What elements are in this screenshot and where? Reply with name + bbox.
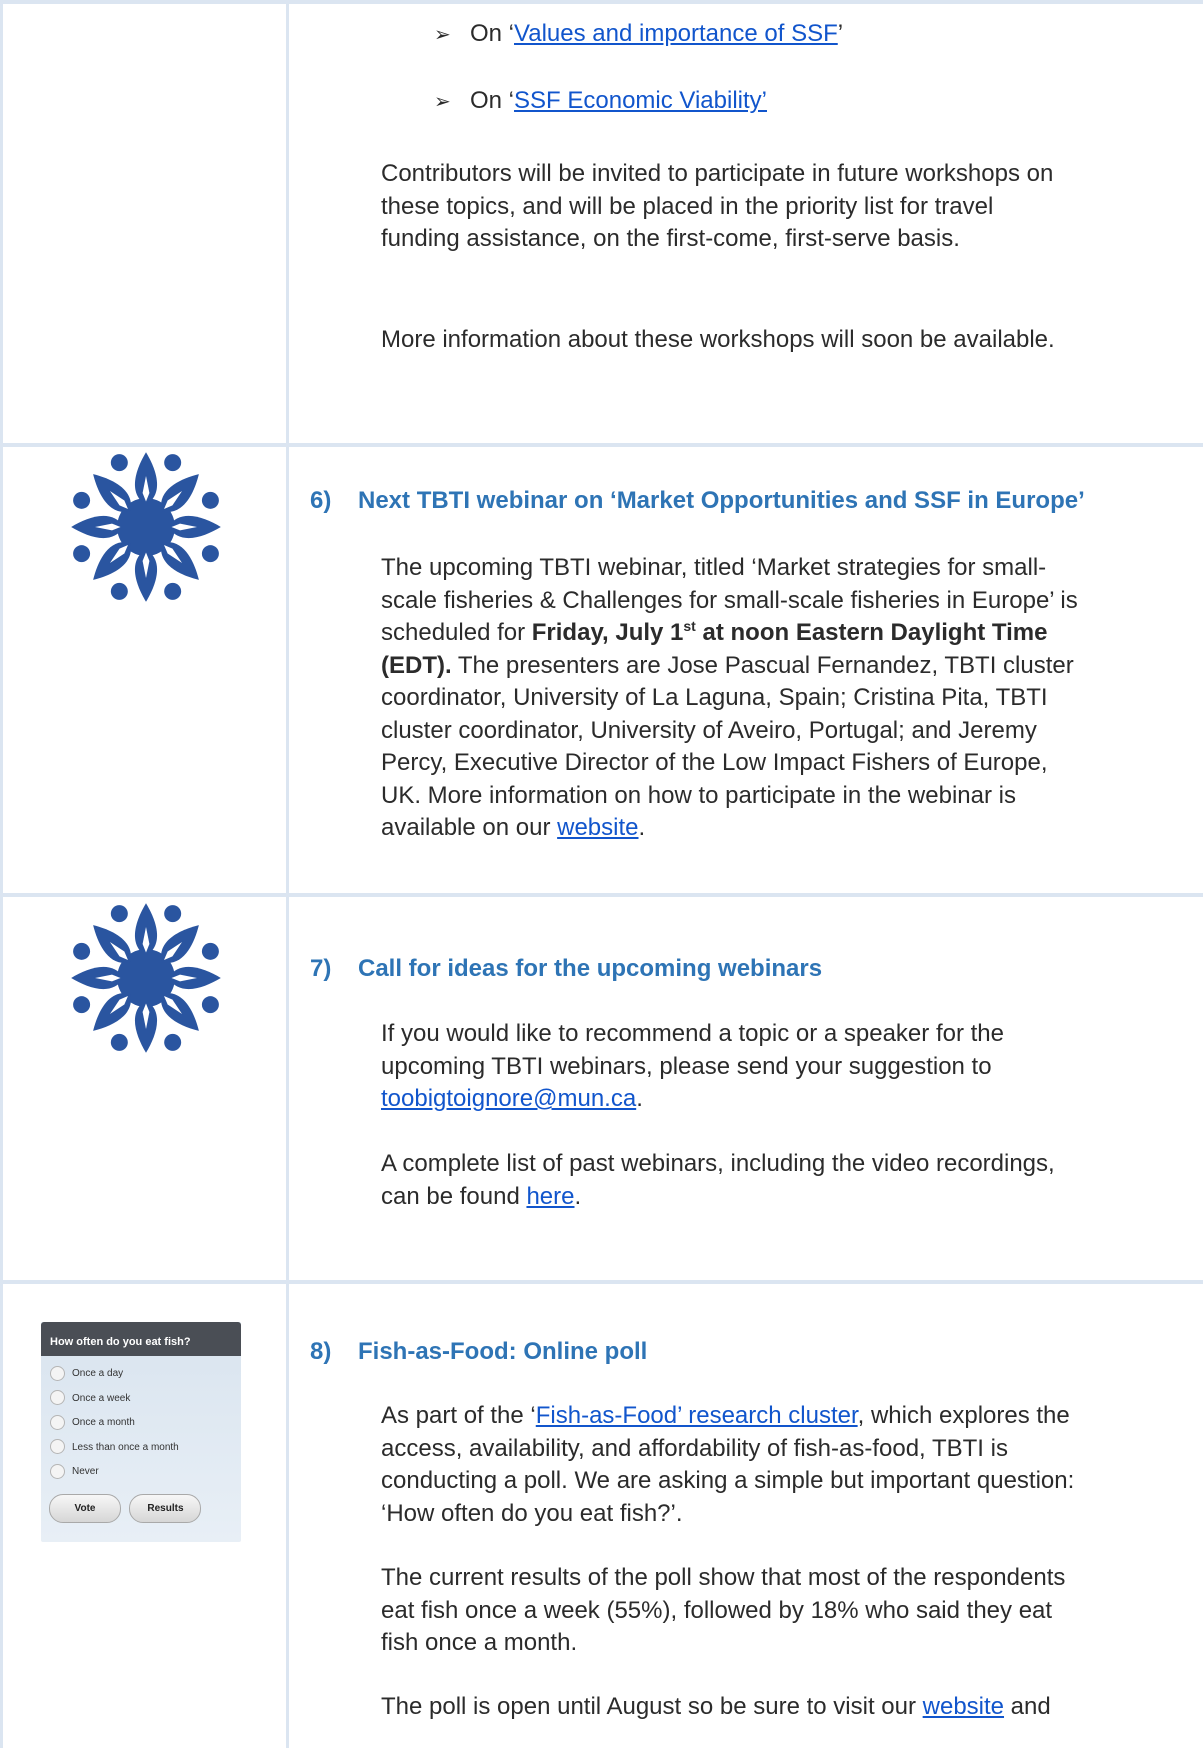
text: If you would like to recommend a topic o… <box>381 1020 1004 1080</box>
arrow-bullet-icon: ➢ <box>434 91 451 113</box>
option-label: Never <box>72 1466 99 1477</box>
text: . <box>574 1182 582 1210</box>
tbti-logo-icon <box>71 903 221 1053</box>
fish-as-food-link[interactable]: Fish-as-Food’ research cluster <box>536 1402 858 1429</box>
radio-button-icon[interactable] <box>50 1439 65 1455</box>
radio-button-icon[interactable] <box>50 1414 65 1430</box>
section-title-text: Next TBTI webinar on ‘Market Opportuniti… <box>358 487 1085 514</box>
link-values-importance[interactable]: Values and importance of SSF <box>514 20 838 47</box>
row-section-7: 7) Call for ideas for the upcoming webina… <box>0 897 1203 1280</box>
section-number: 8) <box>310 1338 332 1365</box>
option-label: Less than once a month <box>72 1441 179 1453</box>
radio-button-icon[interactable] <box>50 1463 65 1479</box>
section-8-title: 8) Fish-as-Food: Online poll <box>310 1336 647 1368</box>
section-number: 6) <box>310 487 332 514</box>
row-section-6: 6) Next TBTI webinar on ‘Market Opportuni… <box>0 447 1203 893</box>
radio-button-icon[interactable] <box>50 1365 65 1381</box>
row-workshops: ➢ On ‘Values and importance of SSF’ ➢ On ‘… <box>0 4 1203 443</box>
vote-button[interactable]: Vote <box>49 1493 121 1523</box>
bullet-item: ➢ On ‘SSF Economic Viability’ <box>434 85 767 118</box>
row-content: 7) Call for ideas for the upcoming webina… <box>289 897 1203 1280</box>
text: The poll is open until August so be sure… <box>381 1693 923 1720</box>
results-button[interactable]: Results <box>129 1493 202 1523</box>
text: A complete list of past webinars, includ… <box>381 1150 1055 1210</box>
webinar-date: Friday, July 1 <box>531 619 684 646</box>
logo-cell <box>3 897 286 1280</box>
poll-option[interactable]: Never <box>41 1460 241 1485</box>
workshop-info-paragraph: More information about these workshops w… <box>381 326 1055 353</box>
logo-cell <box>3 447 286 893</box>
poll-option[interactable]: Less than once a month <box>41 1436 241 1461</box>
email-link[interactable]: toobigtoignore@mun.ca <box>381 1085 636 1112</box>
section-7-title: 7) Call for ideas for the upcoming webina… <box>310 953 822 985</box>
website-link[interactable]: website <box>557 814 638 841</box>
poll-option[interactable]: Once a week <box>41 1387 241 1412</box>
poll-question: How often do you eat fish? <box>41 1322 241 1356</box>
bullet-prefix: On ‘ <box>470 20 515 47</box>
section-title-text: Fish-as-Food: Online poll <box>358 1338 648 1365</box>
workshop-paragraph: Contributors will be invited to particip… <box>381 160 1054 252</box>
poll-buttons: Vote Results <box>41 1485 241 1523</box>
bullet-item: ➢ On ‘Values and importance of SSF’ <box>434 18 843 51</box>
poll-option[interactable]: Once a day <box>41 1362 241 1387</box>
past-webinars-paragraph: A complete list of past webinars, includ… <box>381 1148 1081 1213</box>
newsletter-page: ➢ On ‘Values and importance of SSF’ ➢ On ‘… <box>0 0 1203 1748</box>
option-label: Once a day <box>72 1368 124 1379</box>
date-suffix: st <box>683 618 696 634</box>
option-label: Once a month <box>72 1417 135 1428</box>
bullet-prefix: On ‘ <box>470 87 515 114</box>
ideas-paragraph: If you would like to recommend a topic o… <box>381 1018 1081 1116</box>
bullet-suffix: ’ <box>837 20 844 47</box>
poll-widget: How often do you eat fish? Once a day On… <box>41 1322 241 1542</box>
here-link[interactable]: here <box>526 1183 574 1210</box>
website-link[interactable]: website <box>923 1693 1004 1720</box>
text: The presenters are Jose Pascual Fernande… <box>381 651 1074 842</box>
text: As part of the ‘ <box>381 1402 536 1429</box>
section-title-text: Call for ideas for the upcoming webinars <box>358 955 823 982</box>
option-label: Once a week <box>72 1392 131 1404</box>
poll-results-paragraph: The current results of the poll show tha… <box>381 1564 1066 1656</box>
section-6-title: 6) Next TBTI webinar on ‘Market Opportuni… <box>310 485 1085 517</box>
text: . <box>636 1085 643 1112</box>
row-content: ➢ On ‘Values and importance of SSF’ ➢ On ‘… <box>289 4 1203 443</box>
poll-intro-paragraph: As part of the ‘Fish-as-Food’ research c… <box>381 1400 1101 1530</box>
arrow-bullet-icon: ➢ <box>434 24 451 46</box>
webinar-paragraph: The upcoming TBTI webinar, titled ‘Marke… <box>381 552 1086 845</box>
row-content: 8) Fish-as-Food: Online poll As part of t… <box>289 1284 1203 1748</box>
poll-option[interactable]: Once a month <box>41 1411 241 1436</box>
text: . <box>638 814 646 841</box>
text: and <box>1004 1693 1051 1720</box>
row-content: 6) Next TBTI webinar on ‘Market Opportuni… <box>289 447 1203 893</box>
section-number: 7) <box>310 955 332 982</box>
poll-open-paragraph: The poll is open until August so be sure… <box>381 1691 1101 1724</box>
radio-button-icon[interactable] <box>50 1390 65 1406</box>
link-economic-viability[interactable]: SSF Economic Viability’ <box>514 87 767 114</box>
tbti-logo-icon <box>71 452 221 602</box>
